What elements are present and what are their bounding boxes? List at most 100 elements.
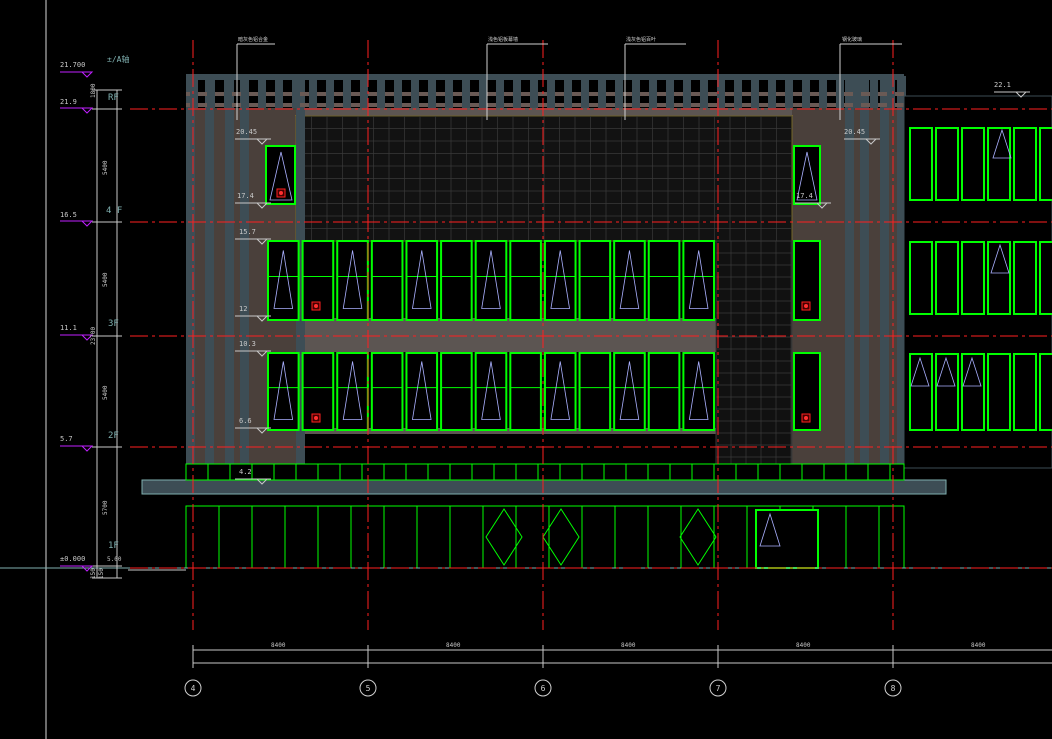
roof-fin [564,80,572,108]
bay-dimension: 8400 [271,642,286,649]
fire-window-dot [804,304,808,308]
roof-fin [394,80,402,108]
adjacent-window [987,241,1011,315]
window-2f [267,352,300,431]
roof-fin [513,80,521,108]
axis-header: ±/A轴 [107,54,129,64]
fire-window-dot [279,191,283,195]
storey-dimension: 150 [90,568,97,579]
grid-axis-label: 4 [191,684,196,693]
adjacent-window [1013,127,1037,201]
roof-fin [649,80,657,108]
facade-column [880,76,889,466]
facade-mark: 22.1 [994,81,1011,89]
roof-fin [785,80,793,108]
floor-label: 3F [108,319,119,329]
adjacent-window [935,127,959,201]
adjacent-window [961,127,985,201]
roof-fin [445,80,453,108]
elevation-drawing: ±/A轴 21.700 21.9 16.5 11.1 5.7 ±0.000 RF… [0,0,1052,739]
storey-dimension: 5400 [102,385,109,400]
facade-column [186,76,195,466]
window-3f [509,240,542,321]
grid-axis-label: 5 [366,684,371,693]
adjacent-window [935,241,959,315]
window-2f [370,352,404,431]
roof-fin [581,80,589,108]
level-elevation: 16.5 [60,211,77,219]
adjacent-window [909,241,933,315]
bay-dimension: 8400 [796,642,811,649]
window-2f [405,352,439,431]
roof-fin [275,80,283,108]
roof-fin [887,80,895,108]
fire-window-dot [314,304,318,308]
facade-mark: 20.45 [844,128,865,136]
facade-mark: 6.6 [239,417,252,425]
facade-column [225,76,234,466]
roof-fin [547,80,555,108]
adjacent-window [935,353,959,431]
floor-label: RF [108,93,119,103]
level-elevation: 21.9 [60,98,77,106]
roof-parapet [186,74,904,80]
clerestory-band [185,463,905,481]
floor-label: 4 F [106,206,122,216]
adjacent-window [909,353,933,431]
storey-dimension: 1800 [90,83,97,98]
bay-dimension: 8400 [446,642,461,649]
adjacent-window [1039,127,1052,201]
level-elevation: ±0.000 [60,555,85,563]
window-3f [578,240,612,321]
roof-fin [632,80,640,108]
facade-mark: 20.45 [236,128,257,136]
roof-fin [343,80,351,108]
window-2f [543,352,577,431]
roof-fin [768,80,776,108]
roof-fin [802,80,810,108]
roof-fin [411,80,419,108]
facade-column [205,76,214,466]
window-2f [509,352,542,431]
window-3f [647,240,681,321]
roof-fin [224,80,232,108]
canopy-slab [141,479,947,495]
roof-fin [326,80,334,108]
callout-text: 浅色铝板幕墙 [488,36,518,43]
facade-mark: 4.2 [239,468,252,476]
roof-fin [853,80,861,108]
roof-fin [683,80,691,108]
grid-axis-label: 7 [716,684,721,693]
callout-text: 暗灰色铝合金 [238,36,268,43]
roof-fin [734,80,742,108]
stair-core-curtain [715,240,793,465]
roof-fin [666,80,674,108]
fire-window-dot [804,416,808,420]
roof-fin [258,80,266,108]
bay-dimension: 8400 [971,642,986,649]
window-2f [474,352,508,431]
window-2f [613,352,646,431]
window-2f [682,352,716,431]
storey-dimension: 5400 [102,160,109,175]
storey-dimension: 5400 [102,272,109,287]
roof-fin [819,80,827,108]
roof-fin [462,80,470,108]
level-elevation: 11.1 [60,324,77,332]
callout-text: 钢化玻璃 [842,36,862,43]
roof-fin [751,80,759,108]
floor-label: 1F [108,541,119,551]
roof-fin [615,80,623,108]
roof-fin [190,80,198,108]
adjacent-window [1039,241,1052,315]
callout-text: 浅灰色铝百叶 [626,36,656,43]
roof-fin [309,80,317,108]
facade-mark: 12 [239,305,247,313]
grid-axis-label: 8 [891,684,896,693]
window-2f [440,352,473,431]
entrance-door [755,509,819,569]
roof-fin [479,80,487,108]
bay-dimension: 8400 [621,642,636,649]
storey-dimension: 5700 [102,500,109,515]
fire-window-dot [314,416,318,420]
